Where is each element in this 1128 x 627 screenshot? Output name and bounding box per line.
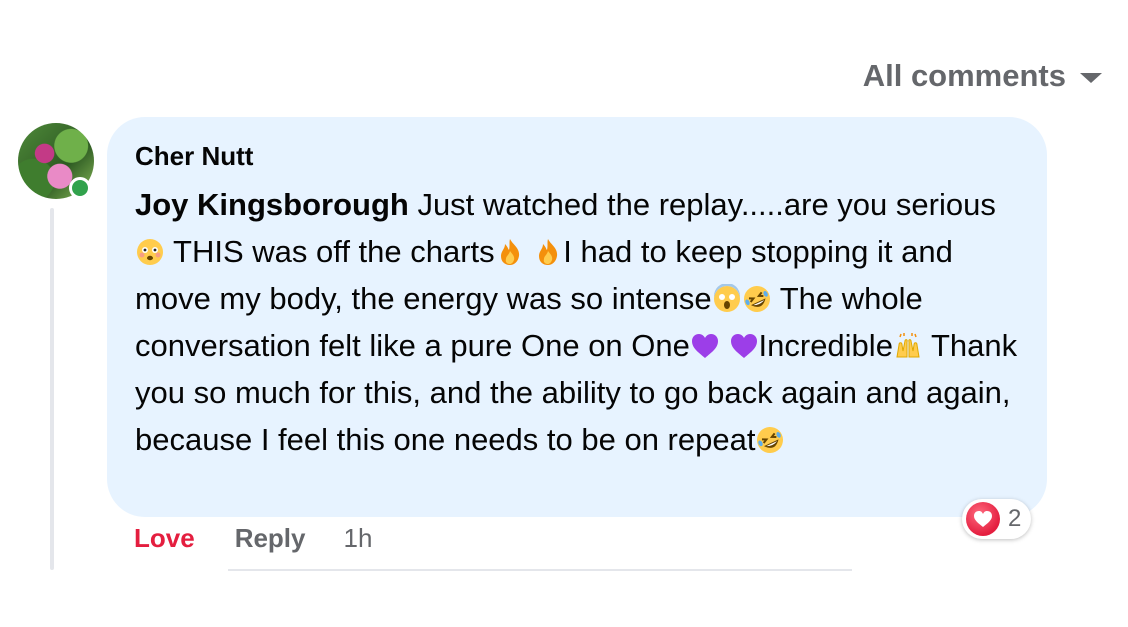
all-comments-label: All comments bbox=[862, 58, 1066, 93]
comment-segment: Just watched the replay.....are you seri… bbox=[408, 187, 996, 222]
flushed-face-icon bbox=[135, 237, 165, 267]
comment-bubble: Cher Nutt Joy Kingsborough Just watched … bbox=[107, 117, 1047, 517]
fire-icon bbox=[533, 237, 563, 267]
comment-segment: Incredible bbox=[758, 328, 893, 363]
purple-heart-icon bbox=[690, 331, 720, 361]
comment-author[interactable]: Cher Nutt bbox=[135, 141, 1017, 171]
reaction-count: 2 bbox=[1008, 505, 1022, 532]
reply-button[interactable]: Reply bbox=[235, 523, 306, 554]
thread-line bbox=[50, 208, 54, 570]
fire-icon bbox=[495, 237, 525, 267]
online-status-dot bbox=[69, 177, 91, 199]
screaming-face-icon bbox=[712, 284, 742, 314]
rofl-face-icon bbox=[755, 425, 785, 455]
comment-segment: THIS was off the charts bbox=[165, 234, 495, 269]
love-button[interactable]: Love bbox=[134, 523, 195, 554]
caret-down-icon bbox=[1080, 73, 1102, 83]
comment-text: Joy Kingsborough Just watched the replay… bbox=[135, 181, 1020, 463]
raised-hands-icon bbox=[893, 331, 923, 361]
purple-heart-icon bbox=[729, 331, 759, 361]
divider bbox=[228, 569, 852, 571]
mention-link[interactable]: Joy Kingsborough bbox=[135, 187, 409, 222]
reaction-summary[interactable]: 2 bbox=[962, 499, 1032, 539]
all-comments-dropdown[interactable]: All comments bbox=[863, 58, 1102, 94]
rofl-face-icon bbox=[742, 284, 772, 314]
comment-actions: Love Reply 1h bbox=[134, 523, 372, 554]
heart-reaction-icon bbox=[966, 502, 1000, 536]
comment-timestamp[interactable]: 1h bbox=[344, 523, 373, 554]
avatar[interactable] bbox=[18, 123, 94, 199]
